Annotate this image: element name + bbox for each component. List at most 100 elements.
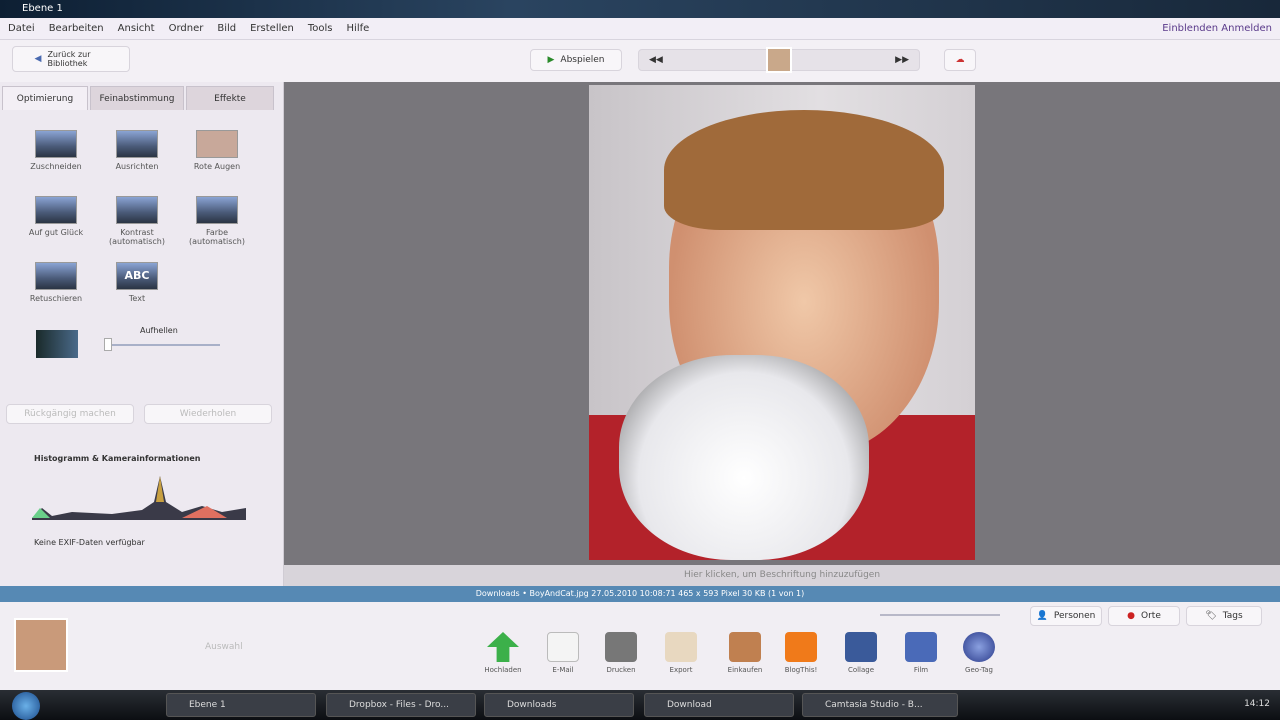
tray-thumbnail[interactable] [14,618,68,672]
action-label: Collage [847,666,875,674]
caption-field[interactable]: Hier klicken, um Beschriftung hinzuzufüg… [284,565,1280,586]
action-label: Geo-Tag [965,666,993,674]
tool-text[interactable]: ABC Text [97,262,177,303]
photo-boy-with-cat [589,85,975,560]
toolbar: ◀ Zurück zur Bibliothek ▶ Abspielen ◀◀ ▶▶ ☁ [0,40,1280,82]
tag-icon: 🏷 [1205,611,1217,621]
back-to-library-button[interactable]: ◀ Zurück zur Bibliothek [12,46,130,72]
action-label: Drucken [606,666,636,674]
histogram-chart [32,476,246,520]
selection-label: Auswahl [205,642,243,652]
play-icon: ▶ [547,55,555,65]
upload-button[interactable]: Hochladen [478,632,528,674]
menu-tools[interactable]: Tools [308,23,333,34]
taskbar-item[interactable]: Ebene 1 [166,693,316,717]
title-bar: Ebene 1 [0,0,1280,18]
blogger-icon [785,632,817,662]
menu-ordner[interactable]: Ordner [169,23,204,34]
undo-button[interactable]: Rückgängig machen [6,404,134,424]
straighten-icon [116,130,158,158]
person-icon: 👤 [1036,611,1048,621]
cloud-icon: ☁ [955,55,965,65]
tool-retouch[interactable]: Retuschieren [16,262,96,303]
collage-button[interactable]: Collage [836,632,886,674]
redo-button[interactable]: Wiederholen [144,404,272,424]
action-label: E-Mail [552,666,574,674]
sign-in-link[interactable]: Einblenden Anmelden [1162,23,1272,34]
places-button[interactable]: ● Orte [1108,606,1180,626]
taskbar-item[interactable]: Downloads [484,693,634,717]
slider-thumb[interactable] [104,338,112,351]
exif-info: Keine EXIF-Daten verfügbar [34,538,145,547]
start-button[interactable] [12,692,40,720]
tab-effekte[interactable]: Effekte [186,86,274,110]
tool-redeye[interactable]: Rote Augen [177,130,257,171]
clock: 14:12 [1244,699,1270,709]
menu-datei[interactable]: Datei [8,23,35,34]
text-icon: ABC [116,262,158,290]
action-label: BlogThis! [784,666,818,674]
status-bar: Downloads • BoyAndCat.jpg 27.05.2010 10:… [0,586,1280,602]
tab-feinabstimmung[interactable]: Feinabstimmung [90,86,184,110]
fill-light-label: Aufhellen [140,326,178,335]
menu-bild[interactable]: Bild [217,23,236,34]
shop-button[interactable]: Einkaufen [720,632,770,674]
tool-auto-color[interactable]: Farbe (automatisch) [177,196,257,246]
menu-bearbeiten[interactable]: Bearbeiten [49,23,104,34]
photo-hair [664,110,944,230]
tool-label: Rote Augen [193,162,241,171]
crop-icon [35,130,77,158]
blogthis-button[interactable]: BlogThis! [776,632,826,674]
tab-optimierung[interactable]: Optimierung [2,86,88,110]
taskbar-item[interactable]: Dropbox - Files - Dro... [326,693,476,717]
share-button[interactable]: ☁ [944,49,976,71]
tool-label: Retuschieren [29,294,83,303]
contrast-icon [116,196,158,224]
film-icon [905,632,937,662]
tool-label: Auf gut Glück [28,228,84,237]
tool-label: Farbe (automatisch) [189,228,245,246]
tags-label: Tags [1222,611,1243,621]
photo-cat [619,355,869,560]
shop-icon [729,632,761,662]
tool-label: Text [128,294,146,303]
people-button[interactable]: 👤 Personen [1030,606,1102,626]
action-label: Einkaufen [727,666,763,674]
window-title: Ebene 1 [22,3,63,14]
photo-navigator[interactable]: ◀◀ ▶▶ [638,47,920,73]
edit-panel: Optimierung Feinabstimmung Effekte Zusch… [0,82,284,586]
menu-hilfe[interactable]: Hilfe [347,23,370,34]
next-icon[interactable]: ▶▶ [895,55,909,65]
menu-erstellen[interactable]: Erstellen [250,23,294,34]
menu-ansicht[interactable]: Ansicht [118,23,155,34]
action-label: Film [913,666,929,674]
tool-straighten[interactable]: Ausrichten [97,130,177,171]
tool-label: Zuschneiden [30,162,82,171]
tags-button[interactable]: 🏷 Tags [1186,606,1262,626]
movie-button[interactable]: Film [896,632,946,674]
action-label: Export [669,666,693,674]
eye-icon [196,130,238,158]
taskbar-item[interactable]: Download [644,693,794,717]
fill-light-icon [36,330,78,358]
tool-auto-contrast[interactable]: Kontrast (automatisch) [97,196,177,246]
prev-icon[interactable]: ◀◀ [649,55,663,65]
tool-label: Ausrichten [115,162,159,171]
pin-icon: ● [1127,611,1135,621]
print-button[interactable]: Drucken [596,632,646,674]
email-icon [547,632,579,662]
fill-light-slider[interactable] [104,338,220,351]
action-label: Hochladen [484,666,522,674]
export-button[interactable]: Export [656,632,706,674]
tool-lucky[interactable]: Auf gut Glück [16,196,96,237]
color-icon [196,196,238,224]
geotag-button[interactable]: Geo-Tag [954,632,1004,674]
folder-icon [665,632,697,662]
zoom-slider[interactable] [880,614,1000,616]
email-button[interactable]: E-Mail [538,632,588,674]
tool-crop[interactable]: Zuschneiden [16,130,96,171]
collage-icon [845,632,877,662]
taskbar-item[interactable]: Camtasia Studio - B... [802,693,958,717]
printer-icon [605,632,637,662]
play-button[interactable]: ▶ Abspielen [530,49,622,71]
